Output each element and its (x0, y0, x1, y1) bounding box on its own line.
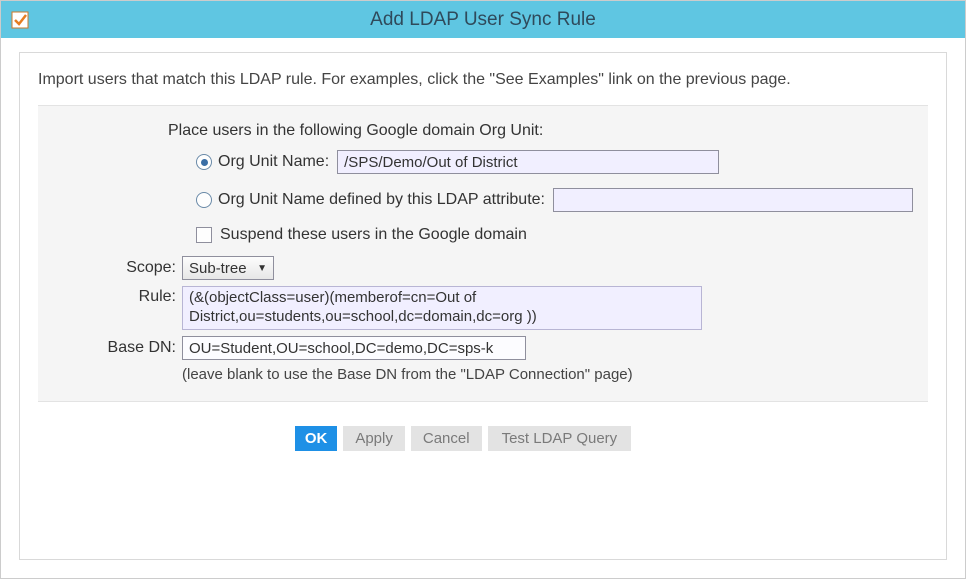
chevron-down-icon: ▼ (257, 263, 267, 274)
scope-select[interactable]: Sub-tree ▼ (182, 256, 274, 280)
scope-label: Scope: (48, 259, 182, 277)
basedn-label: Base DN: (48, 339, 182, 357)
apply-button[interactable]: Apply (343, 426, 405, 451)
ldap-attr-input[interactable] (553, 188, 913, 212)
inner-panel: Import users that match this LDAP rule. … (19, 52, 947, 560)
rule-label: Rule: (48, 286, 182, 306)
scope-row: Scope: Sub-tree ▼ (48, 256, 918, 280)
button-bar: OK Apply Cancel Test LDAP Query (38, 426, 928, 451)
app-check-icon (11, 11, 29, 29)
basedn-hint: (leave blank to use the Base DN from the… (182, 366, 918, 383)
test-ldap-query-button[interactable]: Test LDAP Query (488, 426, 632, 451)
suspend-label: Suspend these users in the Google domain (220, 226, 527, 244)
window-title: Add LDAP User Sync Rule (370, 9, 596, 31)
basedn-row: Base DN: (48, 336, 918, 360)
org-unit-name-radio-label: Org Unit Name: (218, 153, 329, 171)
scope-value: Sub-tree (189, 260, 253, 277)
rule-input[interactable] (182, 286, 702, 330)
cancel-button[interactable]: Cancel (411, 426, 482, 451)
titlebar: Add LDAP User Sync Rule (1, 1, 965, 38)
suspend-checkbox[interactable] (196, 227, 212, 243)
suspend-row: Suspend these users in the Google domain (196, 226, 918, 244)
dialog-window: Add LDAP User Sync Rule Import users tha… (0, 0, 966, 579)
section-label: Place users in the following Google doma… (168, 122, 918, 140)
intro-text: Import users that match this LDAP rule. … (38, 71, 928, 89)
radio-row-org-unit-name: Org Unit Name: (196, 150, 918, 174)
ldap-attr-radio[interactable] (196, 192, 212, 208)
radio-row-ldap-attr: Org Unit Name defined by this LDAP attri… (196, 188, 918, 212)
client-area: Import users that match this LDAP rule. … (1, 38, 965, 578)
org-unit-name-input[interactable] (337, 150, 719, 174)
rule-row: Rule: (48, 286, 918, 330)
ldap-attr-radio-label: Org Unit Name defined by this LDAP attri… (218, 191, 545, 209)
org-unit-name-radio[interactable] (196, 154, 212, 170)
basedn-input[interactable] (182, 336, 526, 360)
form-area: Place users in the following Google doma… (38, 105, 928, 402)
ok-button[interactable]: OK (295, 426, 338, 451)
